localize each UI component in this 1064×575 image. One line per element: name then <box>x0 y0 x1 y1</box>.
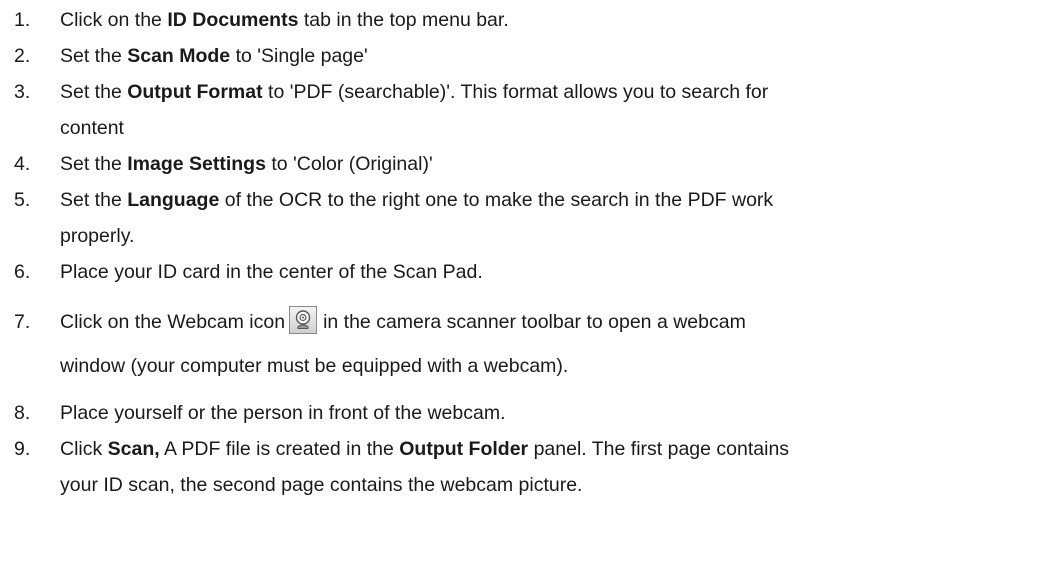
step-number: 8. <box>14 402 31 424</box>
step-number: 3. <box>14 81 31 103</box>
step-text: Place yourself or the person in front of… <box>60 402 506 424</box>
step-text: Set the Image Settings to 'Color (Origin… <box>60 153 433 175</box>
step-number: 4. <box>14 153 31 175</box>
step-text: Set the Output Format to 'PDF (searchabl… <box>60 81 769 139</box>
bold-term: Image Settings <box>127 153 266 175</box>
step-text: Place your ID card in the center of the … <box>60 261 483 283</box>
bold-term: Language <box>127 189 220 211</box>
step-number: 1. <box>14 9 31 31</box>
webcam-icon <box>289 306 318 334</box>
step-text: Set the Language of the OCR to the right… <box>60 189 774 247</box>
step-text: Click on the ID Documents tab in the top… <box>60 9 509 31</box>
bold-term: Scan Mode <box>127 45 231 67</box>
step-text: Set the Scan Mode to 'Single page' <box>60 45 368 67</box>
bold-term: ID Documents <box>167 9 299 31</box>
bold-term: Scan, <box>107 438 160 460</box>
step-number: 9. <box>14 438 31 460</box>
bold-term: Output Format <box>127 81 263 103</box>
step-number: 7. <box>14 311 31 333</box>
bold-term: Output Folder <box>399 438 529 460</box>
step-text: Click Scan, A PDF file is created in the… <box>60 438 790 496</box>
step-number: 2. <box>14 45 31 67</box>
step-number: 6. <box>14 261 31 283</box>
step-number: 5. <box>14 189 31 211</box>
step-text: Click on the Webcam icon in the camera sc… <box>60 300 1024 388</box>
